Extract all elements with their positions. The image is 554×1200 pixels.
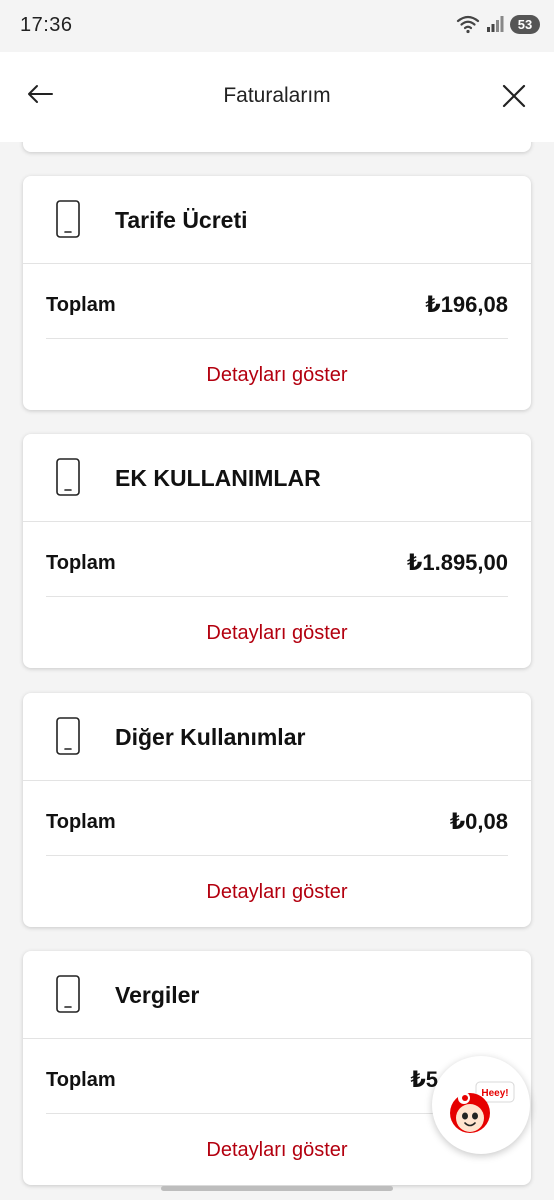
total-label: Toplam (46, 811, 116, 833)
total-value: ₺0,08 (449, 809, 508, 834)
card-title: Vergiler (115, 982, 200, 1008)
chatbot-button[interactable]: Heey! (432, 1056, 530, 1154)
invoice-list[interactable]: Tarife Ücreti Toplam ₺196,08 Detayları g… (0, 142, 554, 1200)
show-details-link[interactable]: Detayları göster (23, 622, 531, 645)
card-title: Diğer Kullanımlar (115, 724, 306, 750)
chatbot-mascot-icon: Heey! (450, 1081, 515, 1133)
invoice-card-tarife: Tarife Ücreti Toplam ₺196,08 Detayları g… (23, 176, 531, 410)
card-header: Vergiler (23, 951, 531, 1039)
card-title: Tarife Ücreti (115, 207, 248, 233)
card-header: Tarife Ücreti (23, 176, 531, 264)
previous-card (23, 142, 531, 152)
phone-icon (56, 458, 80, 496)
total-row: Toplam ₺1.895,00 (46, 522, 508, 597)
card-title: EK KULLANIMLAR (115, 465, 321, 491)
card-header: Diğer Kullanımlar (23, 693, 531, 781)
status-icons: 53 (456, 14, 540, 34)
top-app-bar: Faturalarım (0, 52, 554, 142)
phone-icon (56, 200, 80, 238)
phone-icon (56, 717, 80, 755)
total-row: Toplam ₺0,08 (46, 781, 508, 856)
status-bar: 17:36 53 (0, 0, 554, 52)
total-value: ₺196,08 (425, 292, 508, 317)
total-value: ₺1.895,00 (407, 550, 508, 575)
signal-icon (487, 16, 504, 32)
card-header: EK KULLANIMLAR (23, 434, 531, 522)
battery-icon: 53 (510, 14, 540, 34)
invoice-card-ek-kullanimlar: EK KULLANIMLAR Toplam ₺1.895,00 Detaylar… (23, 434, 531, 668)
phone-icon (56, 975, 80, 1013)
invoice-card-diger-kullanimlar: Diğer Kullanımlar Toplam ₺0,08 Detayları… (23, 693, 531, 927)
close-icon[interactable] (496, 78, 532, 114)
total-row: Toplam ₺196,08 (46, 264, 508, 339)
home-indicator (161, 1186, 393, 1191)
wifi-icon (456, 15, 480, 34)
page-title: Faturalarım (223, 84, 331, 107)
chat-bubble-text: Heey! (481, 1088, 508, 1099)
total-label: Toplam (46, 294, 116, 316)
show-details-link[interactable]: Detayları göster (23, 364, 531, 387)
total-label: Toplam (46, 1069, 116, 1091)
status-time: 17:36 (20, 14, 73, 36)
total-label: Toplam (46, 552, 116, 574)
show-details-link[interactable]: Detayları göster (23, 881, 531, 904)
